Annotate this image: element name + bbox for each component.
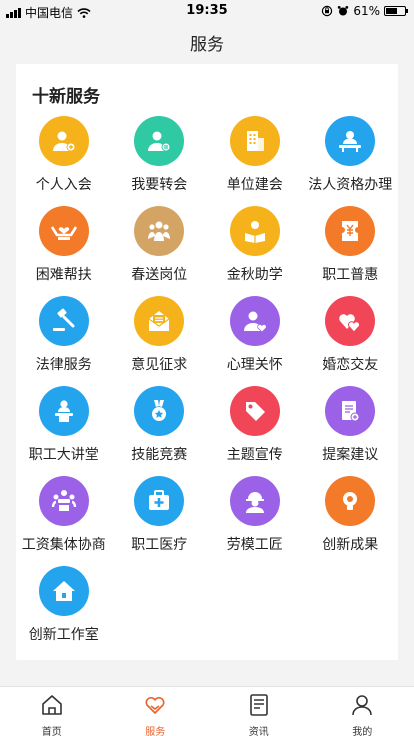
service-item[interactable]: 职工大讲堂 (16, 386, 112, 476)
person-add-icon (38, 116, 89, 166)
service-label: 金秋助学 (226, 267, 283, 283)
person-transfer-icon (134, 116, 185, 166)
service-label: 创新成果 (322, 537, 379, 553)
student-reading-icon (229, 206, 280, 256)
service-item[interactable]: 单位建会 (207, 116, 303, 206)
service-item[interactable]: 困难帮扶 (16, 206, 112, 296)
home-icon (40, 693, 64, 721)
tab-label: 资讯 (248, 727, 269, 736)
service-label: 单位建会 (226, 177, 283, 193)
service-item[interactable]: 创新工作室 (16, 566, 112, 656)
service-label: 创新工作室 (28, 627, 99, 643)
document-icon (325, 386, 376, 436)
service-item[interactable]: 我要转会 (112, 116, 208, 206)
gavel-icon (38, 296, 89, 346)
desk-person-icon (325, 116, 376, 166)
news-icon (247, 693, 271, 721)
service-label: 困难帮扶 (35, 267, 92, 283)
medical-kit-icon (134, 476, 185, 526)
service-label: 春送岗位 (131, 267, 188, 283)
status-bar: 中国电信 19:35 61% (0, 0, 414, 22)
battery-percent: 61% (353, 4, 380, 18)
coupon-yuan-icon (325, 206, 376, 256)
tab-profile[interactable]: 我的 (311, 687, 414, 736)
service-label: 意见征求 (131, 357, 188, 373)
service-item[interactable]: 职工医疗 (112, 476, 208, 566)
service-heart-icon (143, 693, 167, 721)
tab-label: 首页 (41, 727, 62, 736)
service-label: 提案建议 (322, 447, 379, 463)
service-grid: 个人入会 我要转会 单位建会 法人资格办理困难帮扶 春送岗位 金秋助学 职工普惠法律服务 意见… (16, 116, 398, 656)
service-item[interactable]: 心理关怀 (207, 296, 303, 386)
service-label: 主题宣传 (226, 447, 283, 463)
service-item[interactable]: 技能竞赛 (112, 386, 208, 476)
service-label: 劳模工匠 (226, 537, 283, 553)
lightbulb-icon (325, 476, 376, 526)
service-label: 个人入会 (35, 177, 92, 193)
tab-label: 服务 (145, 727, 166, 736)
service-item[interactable]: 春送岗位 (112, 206, 208, 296)
page-title: 服务 (190, 35, 224, 55)
helping-hands-icon (38, 206, 89, 256)
profile-icon (350, 693, 374, 721)
service-item[interactable]: 职工普惠 (303, 206, 399, 296)
tab-news[interactable]: 资讯 (207, 687, 311, 736)
service-item[interactable]: 法律服务 (16, 296, 112, 386)
service-item[interactable]: 法人资格办理 (303, 116, 399, 206)
service-item[interactable]: 婚恋交友 (303, 296, 399, 386)
tab-home[interactable]: 首页 (0, 687, 104, 736)
person-heart-icon (229, 296, 280, 346)
services-card: 十新服务 个人入会 我要转会 单位建会 法人资格办理困难帮扶 春送岗位 金秋助学 职工普惠法… (16, 64, 398, 660)
worker-helmet-icon (229, 476, 280, 526)
service-item[interactable]: 创新成果 (303, 476, 399, 566)
service-label: 职工医疗 (131, 537, 188, 553)
service-item[interactable]: 劳模工匠 (207, 476, 303, 566)
meeting-icon (38, 476, 89, 526)
service-item[interactable]: 提案建议 (303, 386, 399, 476)
building-icon (229, 116, 280, 166)
service-item[interactable]: 个人入会 (16, 116, 112, 206)
service-label: 心理关怀 (226, 357, 283, 373)
group-icon (134, 206, 185, 256)
service-label: 技能竞赛 (131, 447, 188, 463)
service-item[interactable]: 金秋助学 (207, 206, 303, 296)
service-label: 法人资格办理 (308, 177, 393, 193)
tab-bar: 首页 服务 资讯 我的 (0, 686, 414, 736)
service-label: 工资集体协商 (21, 537, 106, 553)
tag-icon (229, 386, 280, 436)
orientation-lock-icon (322, 5, 333, 17)
service-item[interactable]: 意见征求 (112, 296, 208, 386)
section-title: 十新服务 (32, 87, 100, 107)
service-label: 职工普惠 (322, 267, 379, 283)
service-label: 我要转会 (131, 177, 188, 193)
alarm-icon (338, 6, 349, 16)
lecturer-icon (38, 386, 89, 436)
tab-label: 我的 (352, 727, 373, 736)
house-icon (38, 566, 89, 616)
medal-icon (134, 386, 185, 436)
battery-icon (384, 6, 408, 16)
hearts-icon (325, 296, 376, 346)
service-item[interactable]: 工资集体协商 (16, 476, 112, 566)
service-label: 法律服务 (35, 357, 92, 373)
service-label: 职工大讲堂 (28, 447, 99, 463)
service-item[interactable]: 主题宣传 (207, 386, 303, 476)
tab-service-heart[interactable]: 服务 (104, 687, 208, 736)
service-label: 婚恋交友 (322, 357, 379, 373)
envelope-icon (134, 296, 185, 346)
